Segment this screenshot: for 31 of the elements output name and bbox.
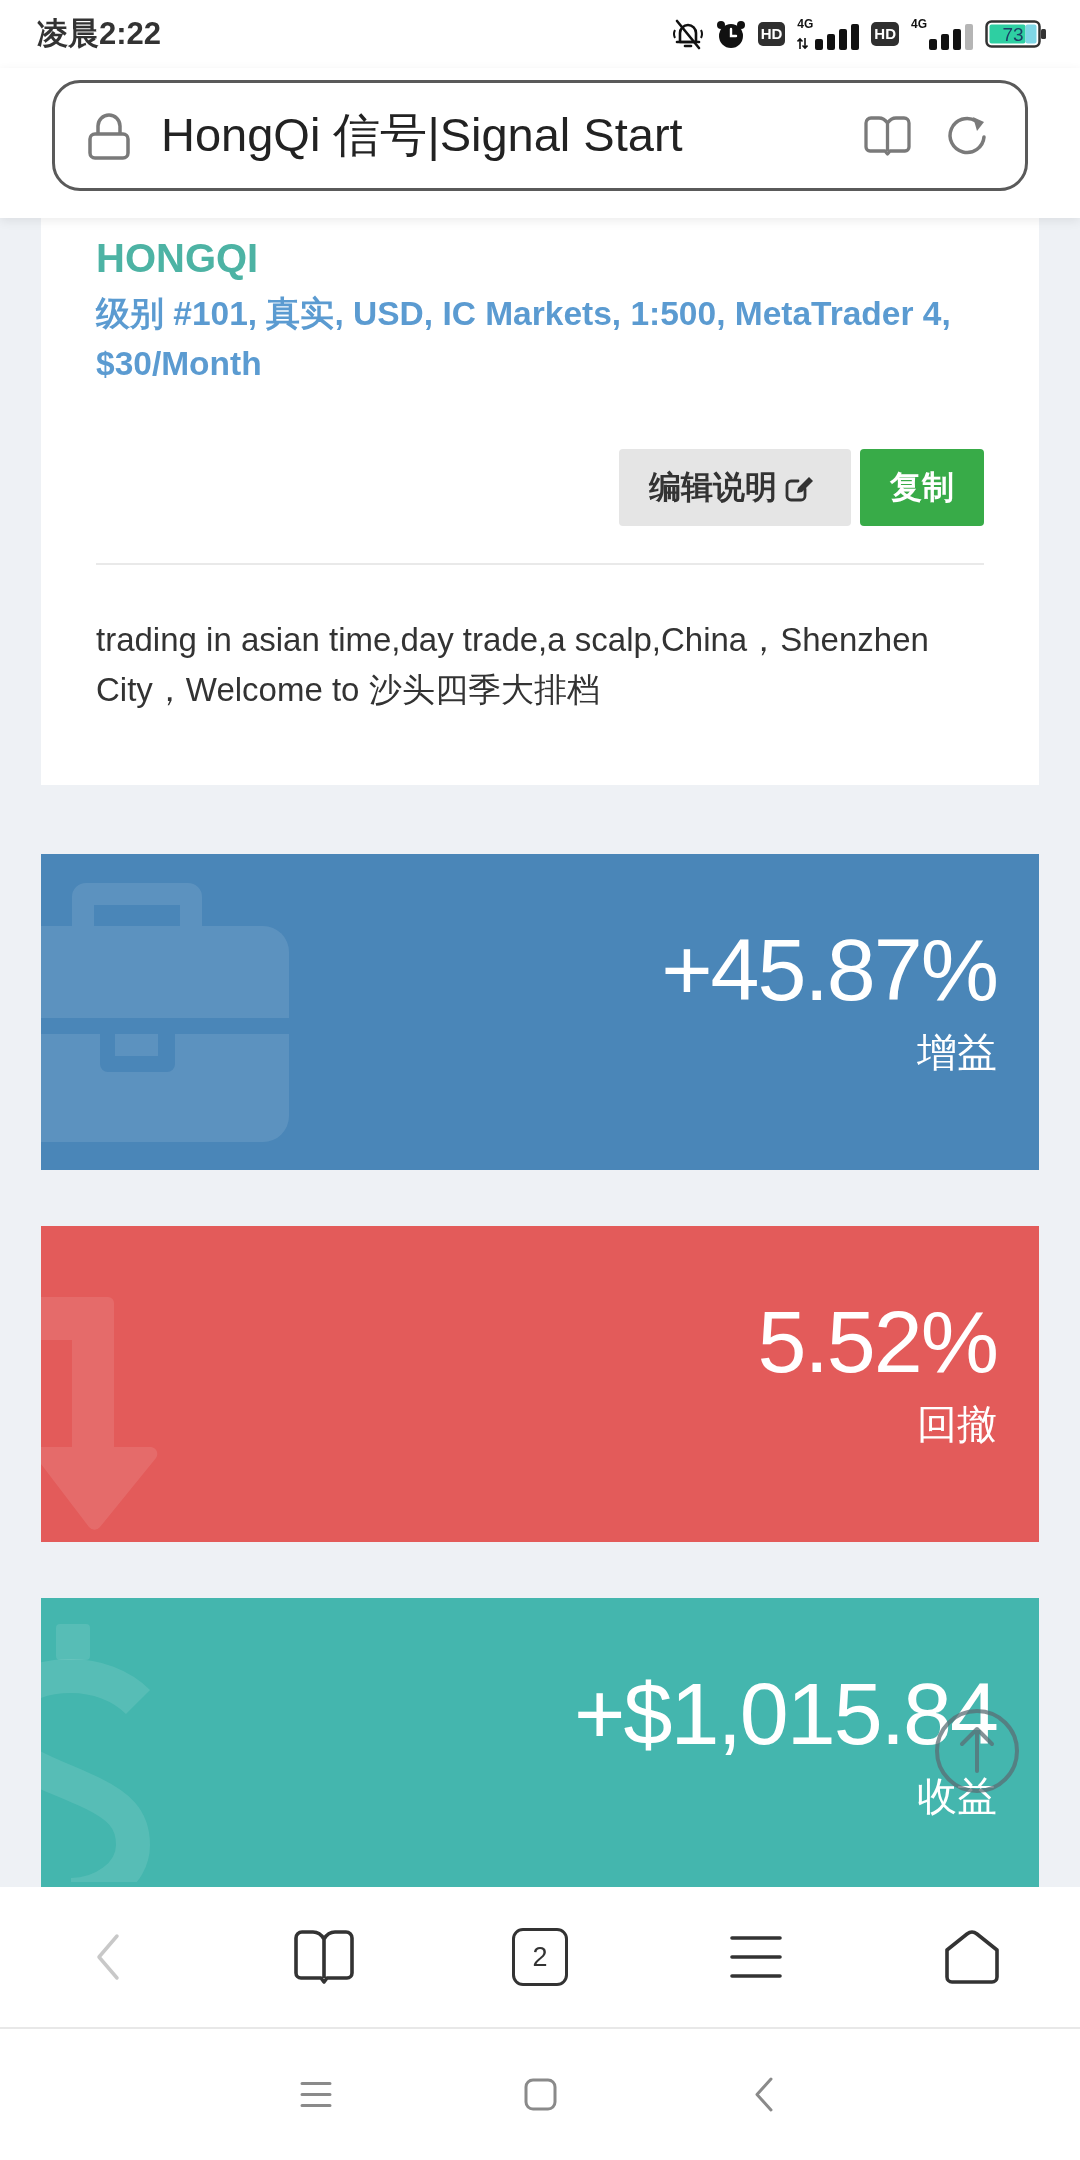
stat-label: 收益 <box>917 1773 997 1820</box>
signal-name: HONGQI <box>96 236 260 280</box>
stat-label: 增益 <box>917 1029 997 1076</box>
signal-description: trading in asian time,day trade,a scalp,China，Shenzhen City，Welcome to 沙头四季大排档 <box>96 620 930 710</box>
stat-value: 5.52% <box>757 1296 997 1388</box>
tabs-button[interactable]: 2 <box>512 1928 568 1986</box>
hd-badge: HD <box>757 22 786 46</box>
alarm-clock-icon <box>715 19 746 49</box>
clock-time: 凌晨2:22 <box>37 15 162 53</box>
reload-icon[interactable] <box>946 114 989 157</box>
menu-icon[interactable] <box>729 1934 783 1980</box>
battery-indicator: 73 <box>985 20 1047 48</box>
signal-bars-icon <box>815 24 860 50</box>
edit-button[interactable]: 编辑说明 <box>619 449 851 526</box>
network-type-label: 4G <box>911 18 927 31</box>
stat-value: +45.87% <box>661 924 997 1016</box>
briefcase-icon <box>41 883 289 1143</box>
square-icon[interactable] <box>523 2078 557 2111</box>
stat-label: 回撤 <box>917 1401 997 1448</box>
hd-badge: HD <box>871 22 899 46</box>
signal-bars-icon <box>929 24 973 50</box>
address-bar[interactable]: HongQi 信号|Signal Start <box>52 80 1028 191</box>
network-type-label: 4G <box>797 18 814 31</box>
muted-bell-icon <box>671 18 704 50</box>
home-icon[interactable] <box>944 1929 1000 1985</box>
back-icon[interactable] <box>754 2077 774 2112</box>
book-icon[interactable] <box>293 1928 355 1986</box>
signal-details: 级别 #101, 真实, USD, IC Markets, 1:500, MetaTrader 4, $30/Month <box>96 294 952 384</box>
data-arrows-icon <box>797 37 809 50</box>
lock-icon <box>88 111 130 160</box>
stat-value: +$1,015.84 <box>574 1668 997 1760</box>
